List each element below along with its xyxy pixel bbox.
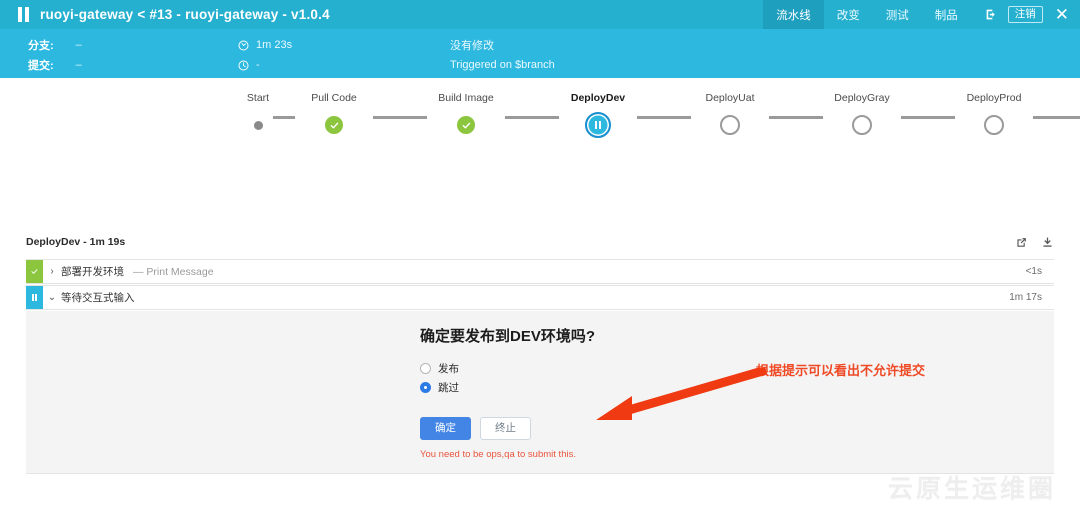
connector: [901, 116, 955, 119]
close-icon[interactable]: ✕: [1055, 6, 1069, 23]
tab-pipeline[interactable]: 流水线: [763, 0, 824, 29]
chevron-right-icon[interactable]: ›: [43, 266, 61, 277]
login-arrow-icon[interactable]: [985, 8, 998, 21]
stage-label: Build Image: [438, 92, 494, 104]
meta-row-commit: 提交: –: [28, 57, 82, 73]
stage-deploy-dev[interactable]: DeployDev: [559, 92, 637, 138]
meta-changes: 没有修改 Triggered on $branch: [450, 37, 555, 77]
confirm-question: 确定要发布到DEV环境吗?: [420, 328, 596, 345]
confirm-button-row: 确定 终止: [420, 417, 595, 441]
radio-label: 跳过: [438, 382, 459, 394]
stage-label: DeployDev: [570, 92, 626, 104]
radio-icon-selected[interactable]: [420, 382, 431, 393]
meta-timing: 1m 23s -: [238, 37, 292, 77]
annotation-text: 根据提示可以看出不允许提交: [756, 363, 926, 378]
radio-icon[interactable]: [420, 363, 431, 374]
trigger-text: Triggered on $branch: [450, 59, 555, 71]
stage-label: DeployUat: [705, 92, 755, 104]
log-header: DeployDev - 1m 19s: [26, 232, 1054, 252]
duration-value: 1m 23s: [256, 39, 293, 51]
tab-artifacts[interactable]: 制品: [922, 0, 971, 29]
stage-label: Pull Code: [311, 92, 357, 104]
connector: [637, 116, 691, 119]
radio-option-publish[interactable]: 发布: [420, 360, 595, 377]
header-actions: 注销 ✕: [971, 5, 1080, 24]
meta-row-duration: 1m 23s: [238, 37, 292, 53]
meta-row-queue: -: [238, 57, 292, 73]
meta-row-trigger: Triggered on $branch: [450, 57, 555, 73]
stage-deploy-uat[interactable]: DeployUat: [691, 92, 769, 137]
connector: [1033, 116, 1080, 119]
log-header-actions: [1015, 236, 1054, 249]
pause-icon: [18, 7, 29, 22]
stage-node-paused: [585, 112, 611, 138]
stage-node-pending: [984, 113, 1004, 137]
log-section: DeployDev - 1m 19s › 部署开发环境 — Print Mess…: [26, 232, 1054, 474]
header-tabs: 流水线 改变 测试 制品: [763, 0, 971, 29]
stage-pull-code[interactable]: Pull Code: [295, 92, 373, 137]
stage-label: DeployProd: [966, 92, 1022, 104]
stage-node-pending: [852, 113, 872, 137]
pause-icon: [26, 286, 43, 309]
check-icon: [325, 116, 343, 134]
step-title: 部署开发环境: [61, 266, 124, 278]
stage-label: DeployGray: [834, 92, 890, 104]
branch-label: 分支:: [28, 40, 54, 52]
meta-row-branch: 分支: –: [28, 37, 82, 53]
tab-tests[interactable]: 测试: [873, 0, 922, 29]
watermark: 云原生运维圈: [887, 475, 1056, 503]
pipeline-stage-list: Start Pull Code Build Image DeployDev De…: [243, 92, 1080, 138]
stage-node-success: [457, 113, 475, 137]
pause-icon: [585, 112, 611, 138]
interactive-input-panel: 确定要发布到DEV环境吗? 发布 跳过 确定 终止 You need to be…: [26, 311, 1054, 474]
step-duration: 1m 17s: [1009, 292, 1042, 303]
run-meta-bar: 分支: – 提交: – 1m 23s - 没有修改 Triggered on $…: [0, 29, 1080, 78]
stage-build-image[interactable]: Build Image: [427, 92, 505, 137]
step-subtitle: — Print Message: [133, 265, 214, 278]
stage-deploy-gray[interactable]: DeployGray: [823, 92, 901, 137]
pipeline-graph: Start Pull Code Build Image DeployDev De…: [0, 78, 1080, 236]
speedometer-icon: [238, 39, 249, 51]
commit-label: 提交:: [28, 60, 54, 72]
check-icon: [26, 260, 43, 283]
submit-button[interactable]: 确定: [420, 417, 471, 441]
connector: [769, 116, 823, 119]
chevron-down-icon[interactable]: ⌄: [43, 292, 61, 303]
radio-label: 发布: [438, 363, 459, 375]
stage-start[interactable]: Start: [243, 92, 273, 137]
permission-error-text: You need to be ops,qa to submit this.: [420, 449, 576, 461]
stage-label: Start: [246, 92, 270, 104]
clock-icon: [238, 59, 249, 71]
step-duration: <1s: [1025, 266, 1042, 277]
step-title: 等待交互式输入: [61, 292, 135, 304]
stage-deploy-prod[interactable]: DeployProd: [955, 92, 1033, 137]
meta-branch-commit: 分支: – 提交: –: [28, 37, 82, 77]
stage-node-pending: [720, 113, 740, 137]
commit-value: –: [75, 59, 82, 71]
radio-option-skip[interactable]: 跳过: [420, 379, 595, 396]
table-row[interactable]: ⌄ 等待交互式输入 1m 17s: [26, 285, 1054, 310]
app-header: ruoyi-gateway < #13 - ruoyi-gateway - v1…: [0, 0, 1080, 29]
page-title: ruoyi-gateway < #13 - ruoyi-gateway - v1…: [40, 7, 330, 22]
external-link-icon[interactable]: [1015, 236, 1028, 249]
abort-button[interactable]: 终止: [480, 417, 531, 441]
logout-button[interactable]: 注销: [1007, 5, 1043, 24]
tab-changes[interactable]: 改变: [824, 0, 873, 29]
check-icon: [457, 116, 475, 134]
confirm-dialog: 确定要发布到DEV环境吗? 发布 跳过 确定 终止 You need to be…: [420, 325, 595, 460]
meta-row-changes: 没有修改: [450, 37, 555, 53]
connector: [273, 116, 295, 119]
queue-value: -: [256, 59, 260, 71]
branch-value: –: [75, 39, 82, 51]
connector: [505, 116, 559, 119]
stage-node-start: [253, 113, 263, 137]
connector: [373, 116, 427, 119]
table-row[interactable]: › 部署开发环境 — Print Message <1s: [26, 259, 1054, 284]
changes-text: 没有修改: [450, 40, 494, 52]
stage-node-success: [325, 113, 343, 137]
download-icon[interactable]: [1041, 236, 1054, 249]
log-title: DeployDev - 1m 19s: [26, 236, 126, 248]
